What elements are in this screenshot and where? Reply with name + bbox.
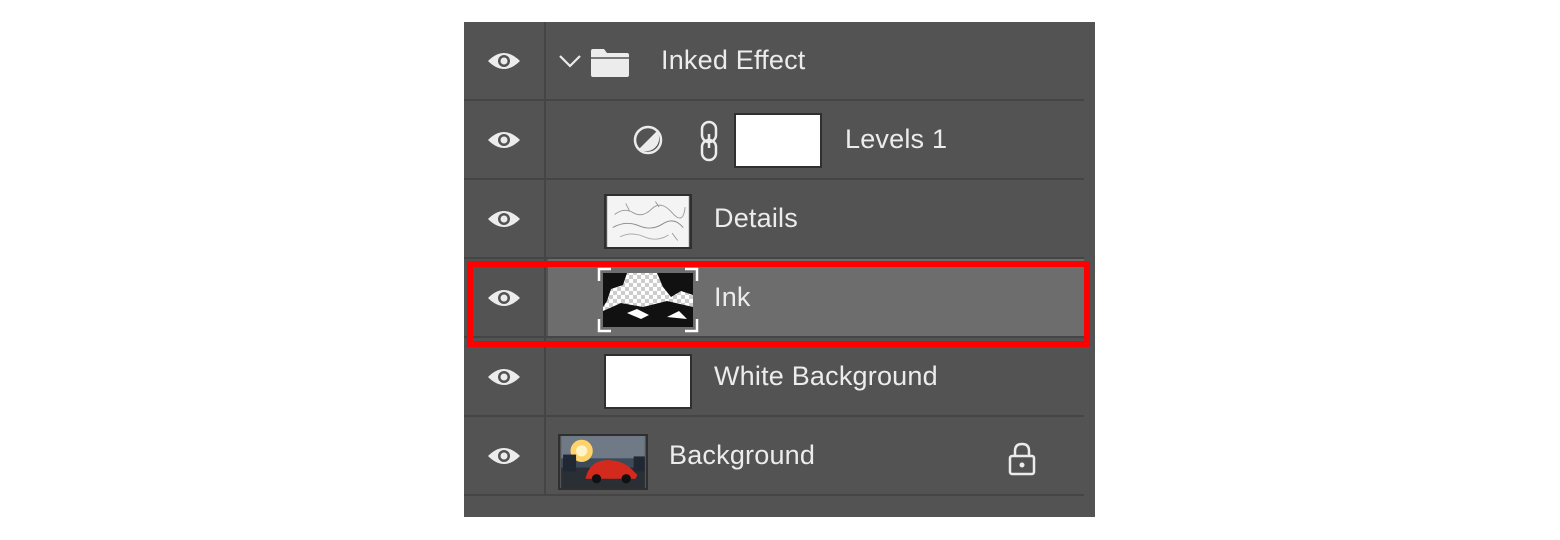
layer-row-inked-effect[interactable]: Inked Effect: [464, 22, 1084, 101]
layer-name: Ink: [714, 282, 751, 312]
layer-thumbnail: [597, 267, 699, 333]
visibility-toggle[interactable]: [464, 338, 546, 415]
layer-name: Details: [714, 203, 798, 233]
eye-icon: [488, 131, 520, 148]
visibility-toggle[interactable]: [464, 180, 546, 257]
eye-icon: [488, 210, 520, 227]
eye-icon: [488, 447, 520, 464]
visibility-toggle[interactable]: [464, 101, 546, 178]
link-icon[interactable]: [697, 120, 721, 162]
layer-name: White Background: [714, 361, 938, 391]
layer-name: Levels 1: [845, 124, 948, 154]
panel-bottom-edge: [464, 505, 1084, 517]
layer-row-levels-1[interactable]: Levels 1: [464, 101, 1084, 180]
layer-thumbnail: [558, 434, 648, 490]
adjustment-layer-icon: [633, 125, 663, 155]
visibility-toggle[interactable]: [464, 22, 546, 99]
lock-icon[interactable]: [1006, 441, 1038, 477]
layer-row-white-background[interactable]: White Background: [464, 338, 1084, 417]
folder-icon: [591, 49, 629, 77]
chevron-down-icon[interactable]: [558, 53, 582, 69]
layer-mask-thumbnail[interactable]: [734, 113, 822, 168]
layer-name: Background: [669, 440, 816, 470]
visibility-toggle[interactable]: [464, 259, 546, 336]
eye-icon: [488, 52, 520, 69]
layer-row-ink[interactable]: Ink: [464, 259, 1084, 338]
layer-thumbnail: [604, 354, 692, 409]
layers-panel: Inked Effect Levels 1 Details Ink White …: [464, 22, 1095, 517]
layer-row-background[interactable]: Background: [464, 417, 1084, 496]
visibility-toggle[interactable]: [464, 417, 546, 494]
eye-icon: [488, 368, 520, 385]
layer-name: Inked Effect: [661, 45, 806, 75]
eye-icon: [488, 289, 520, 306]
layer-row-details[interactable]: Details: [464, 180, 1084, 259]
layer-thumbnail: [604, 194, 692, 249]
